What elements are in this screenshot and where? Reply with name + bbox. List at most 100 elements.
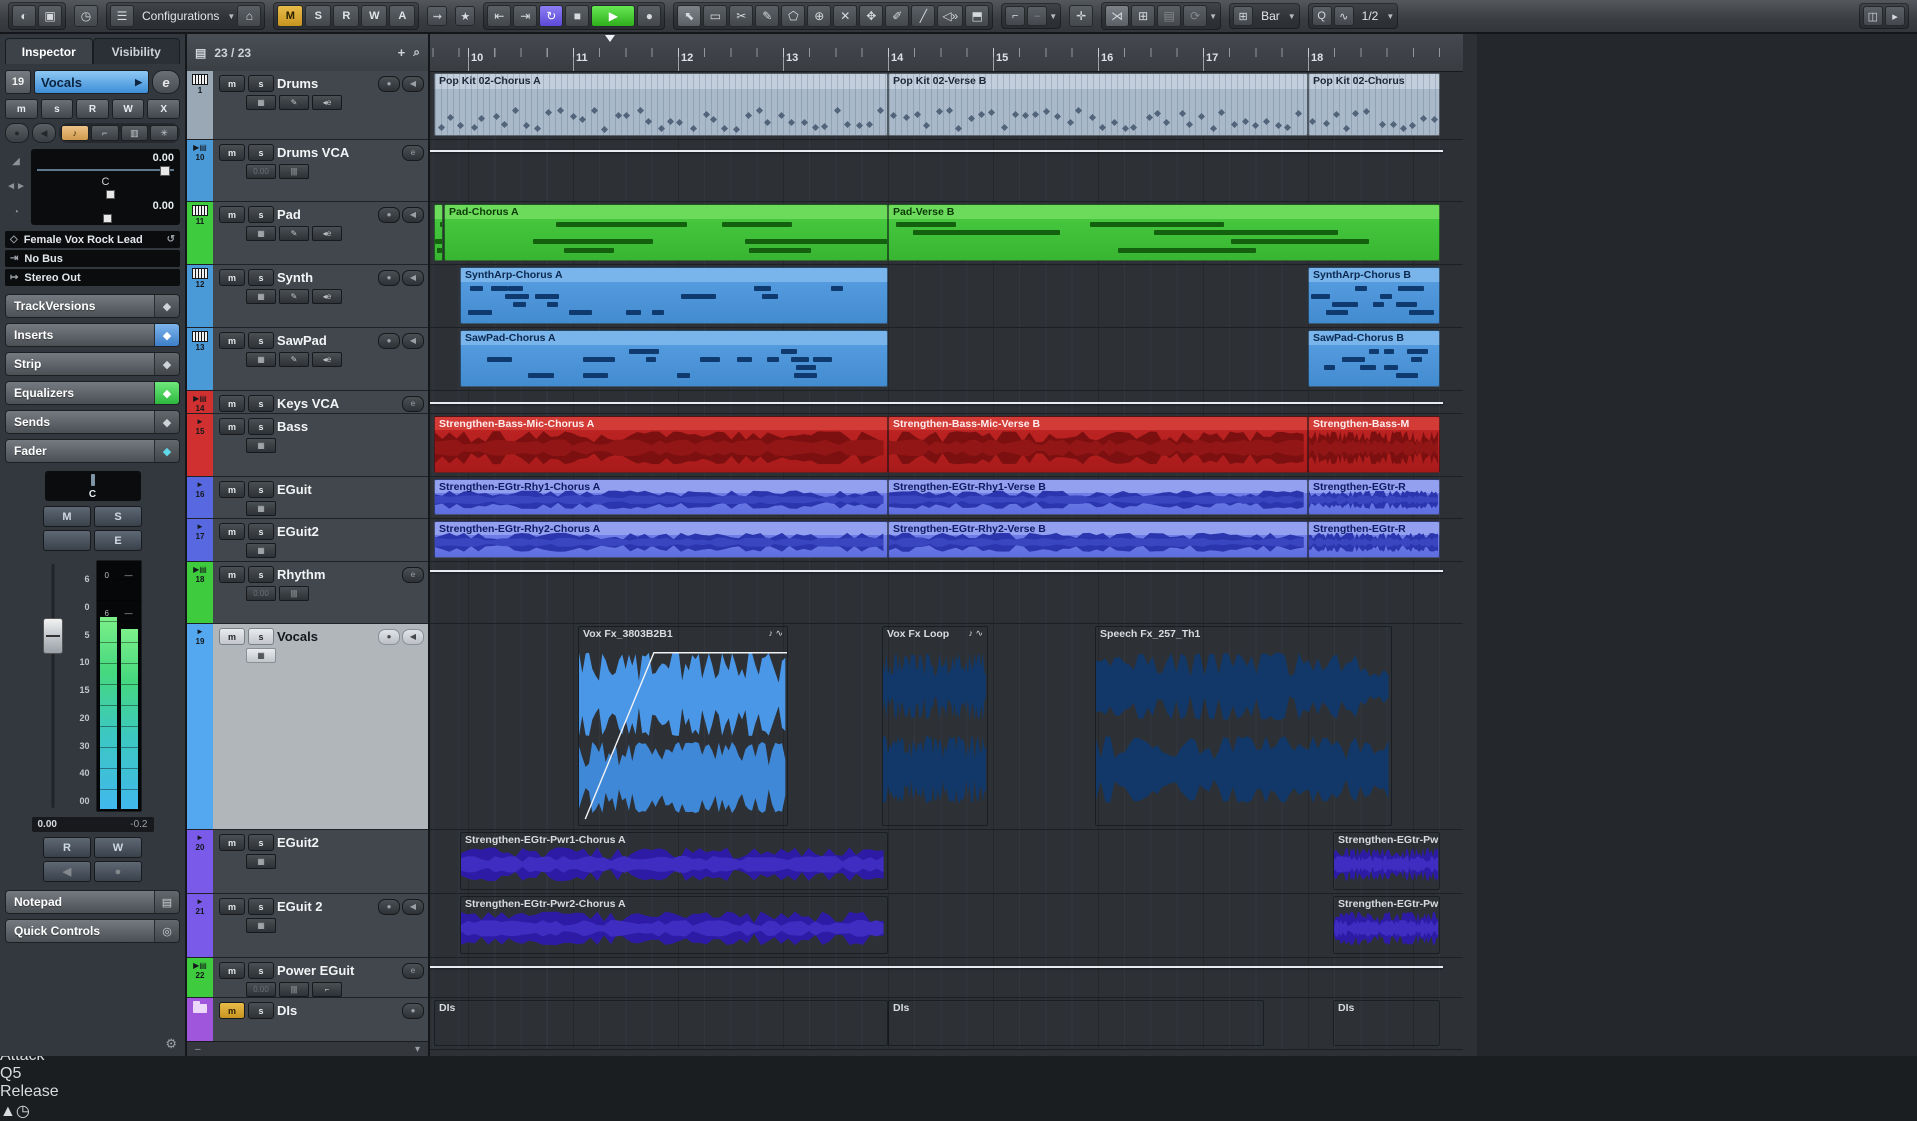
clip-syntharp-chorus-a[interactable]: SynthArp-Chorus A bbox=[460, 267, 888, 324]
clip-strengthen-egtr-r[interactable]: Strengthen-EGtr-R bbox=[1308, 479, 1440, 515]
tab-visibility[interactable]: Visibility bbox=[93, 38, 181, 64]
clip-strengthen-egtr-pw[interactable]: Strengthen-EGtr-Pw bbox=[1333, 832, 1440, 890]
clip-dis[interactable]: DIs bbox=[1333, 1000, 1440, 1046]
track-row-drums[interactable]: 1msDrums●◀▦✎◂e bbox=[187, 71, 428, 140]
automation-m-button[interactable]: M bbox=[277, 5, 303, 27]
track-mute-button[interactable]: m bbox=[219, 962, 245, 979]
volume-value[interactable]: 0.00 bbox=[37, 152, 174, 164]
track-row-dis[interactable]: msDIs● bbox=[187, 998, 428, 1042]
toolbar-options-icon[interactable]: ▸ bbox=[1885, 6, 1905, 26]
fader-peak-value[interactable]: -0.2 bbox=[130, 819, 147, 830]
track-row-synth[interactable]: 12msSynth●◀▦✎◂e bbox=[187, 265, 428, 328]
clip-pad-verse-b[interactable]: Pad-Verse B bbox=[888, 204, 1440, 261]
track-solo-button[interactable]: s bbox=[248, 269, 274, 286]
section-sends[interactable]: Sends◆ bbox=[5, 410, 180, 434]
track-mute-button[interactable]: m bbox=[219, 898, 245, 915]
section-trackversions[interactable]: TrackVersions◆ bbox=[5, 294, 180, 318]
track-mute-button[interactable]: m bbox=[219, 1002, 245, 1019]
clip-strengthen-egtr-rhy1-chorus-a[interactable]: Strengthen-EGtr-Rhy1-Chorus A bbox=[434, 479, 888, 515]
clip-speech-fx-257-th1[interactable]: Speech Fx_257_Th1 bbox=[1095, 626, 1392, 826]
fader-volume-value[interactable]: 0.00 bbox=[38, 819, 57, 830]
automation-line[interactable] bbox=[430, 966, 1443, 968]
musical-timebase-icon[interactable]: ♪ bbox=[61, 125, 89, 141]
preset-row[interactable]: ◇ Female Vox Rock Lead ↺ bbox=[5, 231, 180, 248]
track-monitor-icon[interactable]: ◀ bbox=[402, 629, 424, 645]
track-row-eguit-2[interactable]: ►21msEGuit 2●◀▦ bbox=[187, 894, 428, 958]
track-list-minimize-icon[interactable]: – bbox=[195, 1044, 201, 1055]
pan-display[interactable]: C bbox=[45, 471, 141, 501]
track-solo-button[interactable]: s bbox=[248, 628, 274, 645]
snap-caret-icon[interactable]: ▼ bbox=[1209, 12, 1217, 21]
track-mute-button[interactable]: m bbox=[219, 332, 245, 349]
automation-r-button[interactable]: R bbox=[333, 5, 359, 27]
track-solo-button[interactable]: s bbox=[248, 75, 274, 92]
quantize-caret-icon[interactable]: ▼ bbox=[1386, 12, 1394, 21]
section-fader[interactable]: Fader◆ bbox=[5, 439, 180, 463]
inspector-gear-icon[interactable]: ⚙ bbox=[165, 1036, 177, 1052]
crosshair-icon[interactable]: ✛ bbox=[1069, 5, 1093, 27]
section-notepad[interactable]: Notepad ▤ bbox=[5, 890, 180, 914]
iterative-quantize-icon[interactable]: ∿ bbox=[1334, 6, 1354, 26]
track-row-eguit[interactable]: ►16msEGuit▦ bbox=[187, 477, 428, 519]
track-grid-button[interactable]: ▦ bbox=[246, 226, 276, 241]
track-name-field[interactable]: Vocals ▶ bbox=[34, 70, 149, 94]
clip-sawpad-chorus-b[interactable]: SawPad-Chorus B bbox=[1308, 330, 1440, 387]
track-solo-button[interactable]: s bbox=[248, 962, 274, 979]
workspace-home-icon[interactable]: ⌂ bbox=[237, 5, 261, 27]
track-monitor-icon[interactable]: ◀ bbox=[402, 899, 424, 915]
track-record-enable-icon[interactable]: ● bbox=[378, 899, 400, 915]
track-row-eguit2[interactable]: ►20msEGuit2▦ bbox=[187, 830, 428, 894]
record-small-button[interactable]: ● bbox=[94, 861, 142, 882]
clip-strengthen-egtr-pw[interactable]: Strengthen-EGtr-Pw bbox=[1333, 896, 1440, 954]
mute-tool[interactable]: ✕ bbox=[833, 5, 857, 27]
track-grid-button[interactable]: ▦ bbox=[246, 648, 276, 663]
split-tool[interactable]: ✂ bbox=[729, 5, 753, 27]
track-record-enable-icon[interactable]: ● bbox=[378, 207, 400, 223]
nudge-minus-icon[interactable]: – bbox=[1027, 6, 1047, 26]
clip-dis[interactable]: DIs bbox=[888, 1000, 1264, 1046]
track-row-power-eguit[interactable]: ▶▤22msPower EGuite0.00|||⌐ bbox=[187, 958, 428, 998]
clip-strengthen-bass-mic-chorus-a[interactable]: Strengthen-Bass-Mic-Chorus A bbox=[434, 416, 888, 473]
play-audition-tool[interactable]: ◁» bbox=[937, 5, 963, 27]
track-row-pad[interactable]: 11msPad●◀▦✎◂e bbox=[187, 202, 428, 265]
track-lanes-button[interactable]: ||| bbox=[279, 164, 309, 179]
automation-a-button[interactable]: A bbox=[389, 5, 415, 27]
clip-syntharp-chorus-b[interactable]: SynthArp-Chorus B bbox=[1308, 267, 1440, 324]
track-grid-button[interactable]: ▦ bbox=[246, 352, 276, 367]
clip-strengthen-egtr-rhy2-chorus-a[interactable]: Strengthen-EGtr-Rhy2-Chorus A bbox=[434, 521, 888, 558]
fader-handle[interactable] bbox=[43, 618, 63, 654]
clip-pop-kit-02-chorus[interactable]: Pop Kit 02-Chorus bbox=[1308, 73, 1440, 136]
grid-type-dropdown[interactable]: Bar bbox=[1255, 9, 1286, 23]
track-val-button[interactable]: 0.00 bbox=[246, 164, 276, 179]
clip-strengthen-egtr-rhy1-verse-b[interactable]: Strengthen-EGtr-Rhy1-Verse B bbox=[888, 479, 1308, 515]
window-layout-icon[interactable]: ▣ bbox=[38, 5, 62, 27]
track-pencil-button[interactable]: ✎ bbox=[279, 95, 309, 110]
track-solo-button[interactable]: s bbox=[248, 1002, 274, 1019]
track-val-button[interactable]: 0.00 bbox=[246, 586, 276, 601]
go-to-previous-marker-button[interactable]: ⇤ bbox=[487, 5, 511, 27]
configurations-caret-icon[interactable]: ▼ bbox=[227, 12, 235, 21]
clip-dis[interactable]: DIs bbox=[434, 1000, 888, 1046]
cycle-button[interactable]: ↻ bbox=[539, 5, 563, 27]
track-solo-button[interactable]: s bbox=[248, 566, 274, 583]
drag-tool[interactable]: ✥ bbox=[859, 5, 883, 27]
track-edit-icon[interactable]: e bbox=[402, 567, 424, 583]
configurations-dropdown[interactable]: Configurations bbox=[136, 9, 225, 23]
section-strip[interactable]: Strip◆ bbox=[5, 352, 180, 376]
record-button[interactable]: ● bbox=[637, 5, 661, 27]
pan-slider[interactable] bbox=[37, 190, 174, 198]
grid-icon[interactable]: ⊞ bbox=[1131, 5, 1155, 27]
track-grid-button[interactable]: ▦ bbox=[246, 289, 276, 304]
track-row-vocals[interactable]: ►19msVocals●◀▦ bbox=[187, 624, 428, 830]
inspector-x-button[interactable]: X bbox=[147, 99, 180, 119]
grid-type-icon[interactable]: ⊞ bbox=[1233, 6, 1253, 26]
tab-inspector[interactable]: Inspector bbox=[5, 38, 93, 64]
activate-project-icon[interactable]: ◐ bbox=[12, 5, 36, 27]
read-automation-button[interactable]: R bbox=[43, 837, 91, 858]
inspector-s-button[interactable]: s bbox=[41, 99, 74, 119]
erase-tool[interactable]: ⬠ bbox=[781, 5, 805, 27]
track-mute-button[interactable]: m bbox=[219, 269, 245, 286]
automation-line[interactable] bbox=[430, 570, 1443, 572]
snap-onoff-icon[interactable]: ⋊ bbox=[1105, 5, 1129, 27]
track-pencil-button[interactable]: ✎ bbox=[279, 352, 309, 367]
